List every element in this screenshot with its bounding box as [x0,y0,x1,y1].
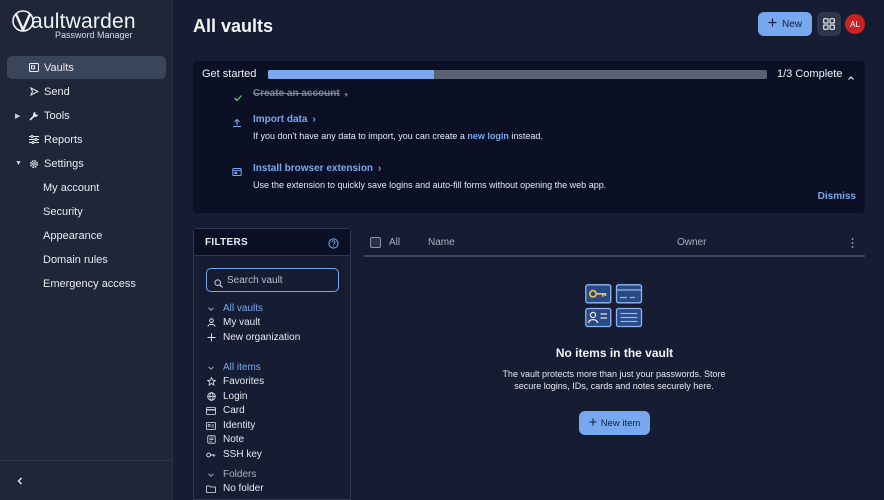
key-card-icon [585,284,612,304]
dismiss-button[interactable]: Dismiss [818,191,856,202]
step-extension-desc: Use the extension to quickly save logins… [253,180,607,190]
help-icon[interactable] [328,236,339,249]
sidebar-footer [0,460,173,500]
key-icon [206,450,216,460]
credit-card-icon [206,406,216,416]
new-button[interactable]: New [758,12,812,36]
vault-icon [28,62,40,74]
sidebar-item-security[interactable]: Security [7,200,166,223]
id-card-icon [206,421,216,431]
filter-favorites[interactable]: Favorites [206,375,264,388]
plus-icon [589,418,597,429]
step-install-extension[interactable]: Install browser extension › [253,163,381,174]
step-import-desc: If you don't have any data to import, yo… [253,131,543,141]
chevron-down-icon [206,363,216,373]
sidebar-nav: Vaults Send ▶ Tools Reports ▼ Settings M… [7,56,166,296]
new-button-label: New [781,18,802,30]
filter-card[interactable]: Card [206,404,245,417]
more-options-icon[interactable] [851,236,854,248]
new-item-button[interactable]: New item [579,411,650,435]
step-import-data[interactable]: Import data › [253,114,316,125]
vaultwarden-logo[interactable]: aultwarden Password Manager [12,10,162,42]
filter-folders[interactable]: Folders [206,468,256,481]
browser-icon [232,164,242,176]
new-item-label: New item [600,417,641,429]
avatar[interactable]: AL [845,14,865,34]
new-login-link[interactable]: new login [467,131,509,141]
sidebar-item-tools[interactable]: ▶ Tools [7,104,166,127]
chevron-right-icon: › [312,114,316,125]
send-icon [28,86,40,98]
filter-my-vault[interactable]: My vault [206,316,260,329]
filter-note[interactable]: Note [206,433,244,446]
column-all: All [389,237,401,248]
plus-icon [768,18,777,30]
empty-state-description: The vault protects more than just your p… [502,369,726,391]
chevron-down-icon [206,304,216,314]
caret-right-icon: ▶ [15,112,21,120]
filter-all-vaults[interactable]: All vaults [206,302,263,315]
search-field[interactable] [206,268,339,292]
grid-icon [823,18,835,30]
chevron-left-icon[interactable] [14,474,26,486]
get-started-progress-bar [268,70,767,79]
user-icon [206,318,216,328]
empty-state-title: No items in the vault [555,346,674,360]
filter-all-items[interactable]: All items [206,361,261,374]
identity-card-icon [585,307,612,328]
get-started-progress-fill [268,70,435,79]
chevron-up-icon[interactable] [846,70,856,80]
filters-header: FILTERS [194,229,350,256]
get-started-title: Get started [202,68,257,80]
folder-icon [206,484,216,494]
tools-icon [28,110,40,122]
page-title: All vaults [193,16,274,36]
upload-icon [232,115,242,128]
sidebar-item-domain-rules[interactable]: Domain rules [7,248,166,271]
chevron-right-icon: › [378,163,382,174]
filter-login[interactable]: Login [206,390,247,403]
sidebar-item-appearance[interactable]: Appearance [7,224,166,247]
filter-no-folder[interactable]: No folder [206,482,264,495]
sidebar-item-send[interactable]: Send [7,80,166,103]
caret-down-icon: ▼ [15,160,22,167]
globe-icon [206,392,216,402]
sidebar-item-reports[interactable]: Reports [7,128,166,151]
step-create-account[interactable]: Create an account › [253,88,348,99]
plus-icon [206,333,216,343]
sidebar-item-emergency-access[interactable]: Emergency access [7,272,166,295]
sidebar: aultwarden Password Manager Vaults Send … [0,0,173,500]
select-all-checkbox[interactable] [370,237,381,248]
empty-vault-illustration [585,284,643,328]
get-started-panel: Get started 1/3 Complete Create an accou… [193,61,865,213]
column-name[interactable]: Name [428,237,455,248]
sidebar-item-my-account[interactable]: My account [7,176,166,199]
column-owner: Owner [677,237,707,248]
brand-subtitle: Password Manager [55,30,133,40]
search-icon [214,275,223,288]
secure-note-icon [615,307,643,328]
chevron-right-icon: › [344,88,348,99]
chevron-down-icon [206,470,216,480]
payment-card-icon [615,284,643,304]
search-input[interactable] [227,272,335,288]
sidebar-item-settings[interactable]: ▼ Settings [7,152,166,175]
reports-icon [28,134,40,146]
filters-title: FILTERS [205,237,249,248]
filters-panel: FILTERS All vaults My vault New organiza… [193,228,351,500]
product-switcher-button[interactable] [817,12,841,36]
filter-identity[interactable]: Identity [206,419,255,432]
note-icon [206,435,216,445]
gear-icon [28,158,40,170]
check-icon [233,90,243,102]
star-icon [206,377,216,387]
filter-ssh-key[interactable]: SSH key [206,448,262,461]
sidebar-item-vaults[interactable]: Vaults [7,56,166,79]
get-started-complete-label: 1/3 Complete [777,68,843,80]
filter-new-organization[interactable]: New organization [206,331,300,344]
vault-table-header: All Name Owner [364,230,865,257]
